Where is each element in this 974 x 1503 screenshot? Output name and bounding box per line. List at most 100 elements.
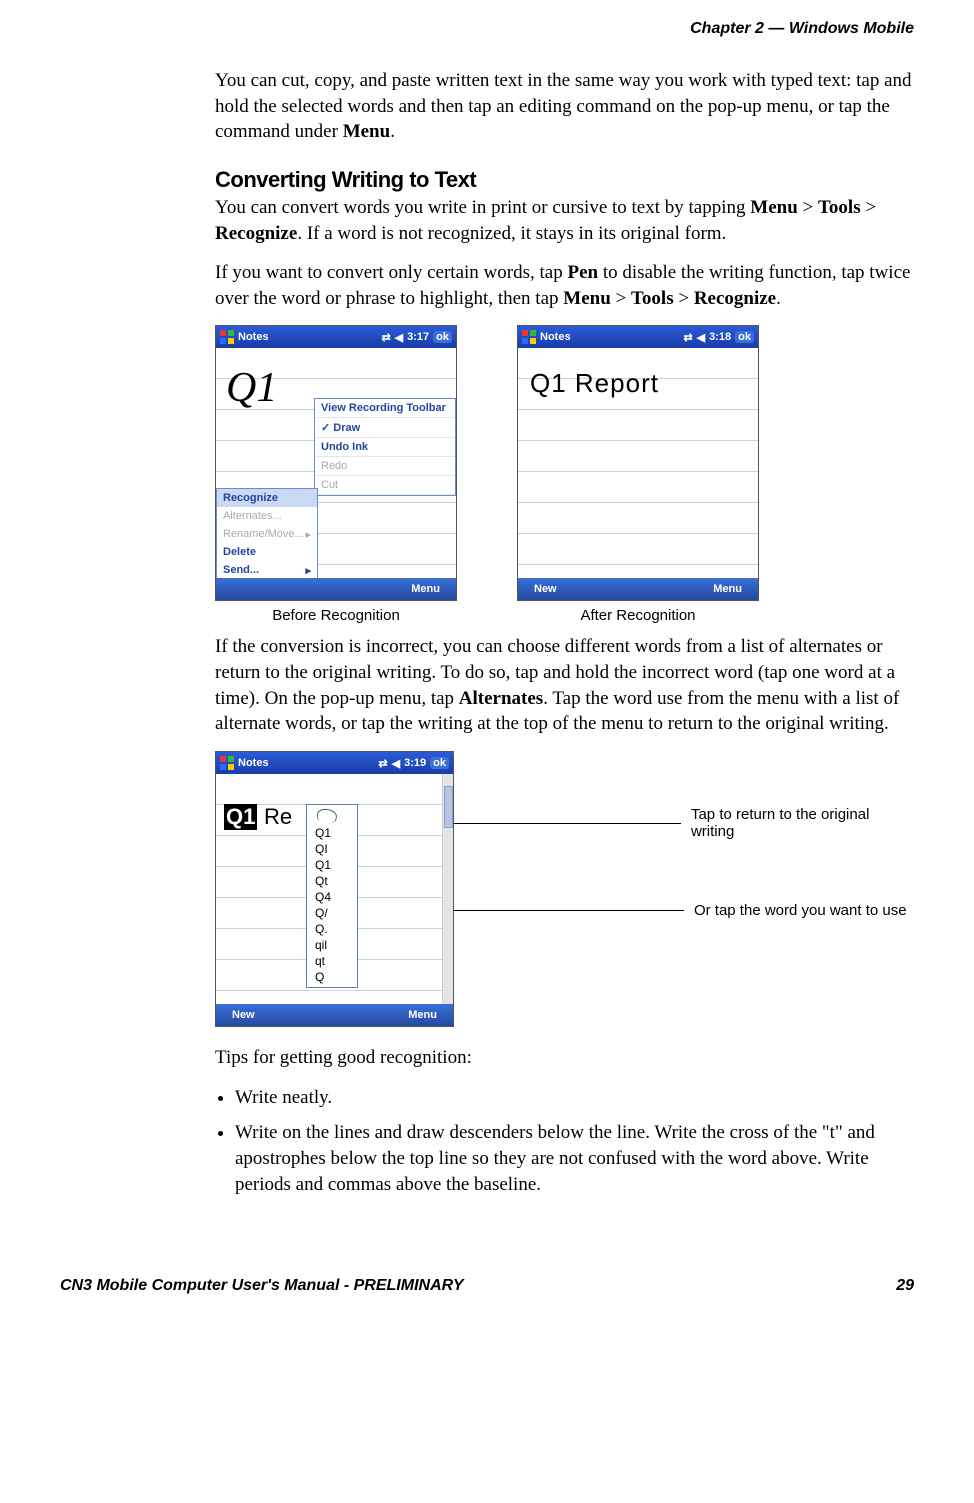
alternate-option[interactable]: Q1 xyxy=(307,857,357,873)
bold: Recognize xyxy=(694,288,776,309)
menu-item-delete[interactable]: Delete xyxy=(217,543,317,561)
convert-paragraph-2: If you want to convert only certain word… xyxy=(215,260,914,311)
text: If you want to convert only certain word… xyxy=(215,262,567,283)
alternate-option[interactable]: QI xyxy=(307,841,357,857)
screenshots-row: Notes ⇄ ◀ 3:17 ok Q1 View Recor xyxy=(215,325,914,624)
app-title: Notes xyxy=(238,331,269,343)
menu-item-redo: Redo xyxy=(315,457,455,476)
caption-after: After Recognition xyxy=(580,607,695,624)
volume-icon: ◀ xyxy=(395,331,403,344)
bold: Menu xyxy=(563,288,611,309)
bold: Tools xyxy=(631,288,674,309)
connectivity-icon: ⇄ xyxy=(378,757,387,770)
titlebar: Notes ⇄ ◀ 3:19 ok xyxy=(216,752,453,774)
windows-flag-icon xyxy=(220,330,234,344)
recognized-text: Q1 Report xyxy=(530,368,659,399)
app-title: Notes xyxy=(540,331,571,343)
alternate-option[interactable]: Q xyxy=(307,969,357,985)
text: . xyxy=(776,288,781,309)
annotation-text: Or tap the word you want to use xyxy=(694,902,907,919)
tip-item: Write on the lines and draw descenders b… xyxy=(235,1120,914,1197)
leader-line xyxy=(454,910,684,911)
bold: Recognize xyxy=(215,223,297,244)
softkey-right[interactable]: Menu xyxy=(713,583,742,595)
sip-icon[interactable] xyxy=(323,1009,339,1021)
windows-flag-icon xyxy=(220,756,234,770)
annotations: Tap to return to the original writing Or… xyxy=(454,751,914,981)
ok-button[interactable]: ok xyxy=(735,331,754,343)
tip-item: Write neatly. xyxy=(235,1085,914,1111)
text: You can convert words you write in print… xyxy=(215,197,750,218)
alternate-option[interactable]: Q4 xyxy=(307,889,357,905)
caption-before: Before Recognition xyxy=(272,607,400,624)
softkey-left[interactable]: New xyxy=(232,1009,255,1021)
selected-word[interactable]: Q1 xyxy=(224,804,257,830)
scroll-thumb[interactable] xyxy=(444,786,453,828)
page-number: 29 xyxy=(896,1277,914,1295)
alternate-option[interactable]: Q. xyxy=(307,921,357,937)
page-footer: CN3 Mobile Computer User's Manual - PREL… xyxy=(0,1277,974,1315)
bold: Menu xyxy=(750,197,798,218)
annotation-2: Or tap the word you want to use xyxy=(454,902,914,919)
softkey-left[interactable]: New xyxy=(534,583,557,595)
annotation-text: Tap to return to the original writing xyxy=(691,806,914,840)
running-header: Chapter 2 — Windows Mobile xyxy=(60,20,914,38)
clock-text: 3:19 xyxy=(404,757,426,769)
sip-icon[interactable] xyxy=(314,583,330,595)
context-menu[interactable]: View Recording Toolbar Draw Undo Ink Red… xyxy=(314,398,456,496)
menu-item-recognize[interactable]: Recognize xyxy=(217,489,317,507)
text: > xyxy=(674,288,694,309)
bold: Alternates xyxy=(459,688,543,709)
menu-bold: Menu xyxy=(343,121,391,142)
text: You can cut, copy, and paste written tex… xyxy=(215,70,912,142)
volume-icon: ◀ xyxy=(392,757,400,770)
clock-text: 3:18 xyxy=(709,331,731,343)
note-canvas[interactable]: Q1 View Recording Toolbar Draw Undo Ink … xyxy=(216,348,456,578)
titlebar: Notes ⇄ ◀ 3:18 ok xyxy=(518,326,758,348)
ok-button[interactable]: ok xyxy=(430,757,449,769)
alternate-option[interactable]: qt xyxy=(307,953,357,969)
ok-button[interactable]: ok xyxy=(433,331,452,343)
submenu[interactable]: Recognize Alternates... Rename/Move... D… xyxy=(216,488,318,578)
alternates-paragraph: If the conversion is incorrect, you can … xyxy=(215,634,914,737)
menu-item-rename-move: Rename/Move... xyxy=(217,525,317,543)
alternate-option[interactable]: qil xyxy=(307,937,357,953)
text: . If a word is not recognized, it stays … xyxy=(297,223,726,244)
tips-list: Write neatly. Write on the lines and dra… xyxy=(215,1085,914,1198)
original-writing-option[interactable] xyxy=(307,807,357,825)
softkey-bar: New Menu xyxy=(216,1004,453,1026)
alternate-option[interactable]: Q1 xyxy=(307,825,357,841)
handwritten-text: Q1 xyxy=(226,364,277,412)
screenshot-alternates-row: Notes ⇄ ◀ 3:19 ok Q1 Re Q1 xyxy=(215,751,914,1027)
section-heading: Converting Writing to Text xyxy=(215,167,914,193)
tips-intro: Tips for getting good recognition: xyxy=(215,1045,914,1071)
softkey-right[interactable]: Menu xyxy=(411,583,440,595)
windows-flag-icon xyxy=(522,330,536,344)
alternates-popup[interactable]: Q1 QI Q1 Qt Q4 Q/ Q. qil qt Q xyxy=(306,804,358,988)
alternate-option[interactable]: Qt xyxy=(307,873,357,889)
screenshot-after: Notes ⇄ ◀ 3:18 ok Q1 Report xyxy=(517,325,759,624)
menu-item-alternates: Alternates... xyxy=(217,507,317,525)
note-canvas[interactable]: Q1 Report xyxy=(518,348,758,578)
scrollbar[interactable] xyxy=(442,774,453,1004)
clock-text: 3:17 xyxy=(407,331,429,343)
text: > xyxy=(861,197,876,218)
intro-paragraph: You can cut, copy, and paste written tex… xyxy=(215,68,914,145)
menu-item-undo-ink[interactable]: Undo Ink xyxy=(315,438,455,457)
sip-icon[interactable] xyxy=(627,583,643,595)
screenshot-before: Notes ⇄ ◀ 3:17 ok Q1 View Recor xyxy=(215,325,457,624)
menu-item-send[interactable]: Send... xyxy=(217,561,317,578)
connectivity-icon: ⇄ xyxy=(381,331,390,344)
note-canvas[interactable]: Q1 Re Q1 QI Q1 Qt Q4 Q/ Q. qil qt Q xyxy=(216,774,453,1004)
alternate-option[interactable]: Q/ xyxy=(307,905,357,921)
app-title: Notes xyxy=(238,757,269,769)
text: > xyxy=(798,197,818,218)
device-before: Notes ⇄ ◀ 3:17 ok Q1 View Recor xyxy=(215,325,457,601)
bold: Tools xyxy=(818,197,861,218)
text: . xyxy=(390,121,395,142)
softkey-right[interactable]: Menu xyxy=(408,1009,437,1021)
annotation-1: Tap to return to the original writing xyxy=(454,806,914,840)
menu-item-draw[interactable]: Draw xyxy=(315,418,455,438)
bold: Pen xyxy=(567,262,598,283)
menu-item-view-recording-toolbar[interactable]: View Recording Toolbar xyxy=(315,399,455,418)
